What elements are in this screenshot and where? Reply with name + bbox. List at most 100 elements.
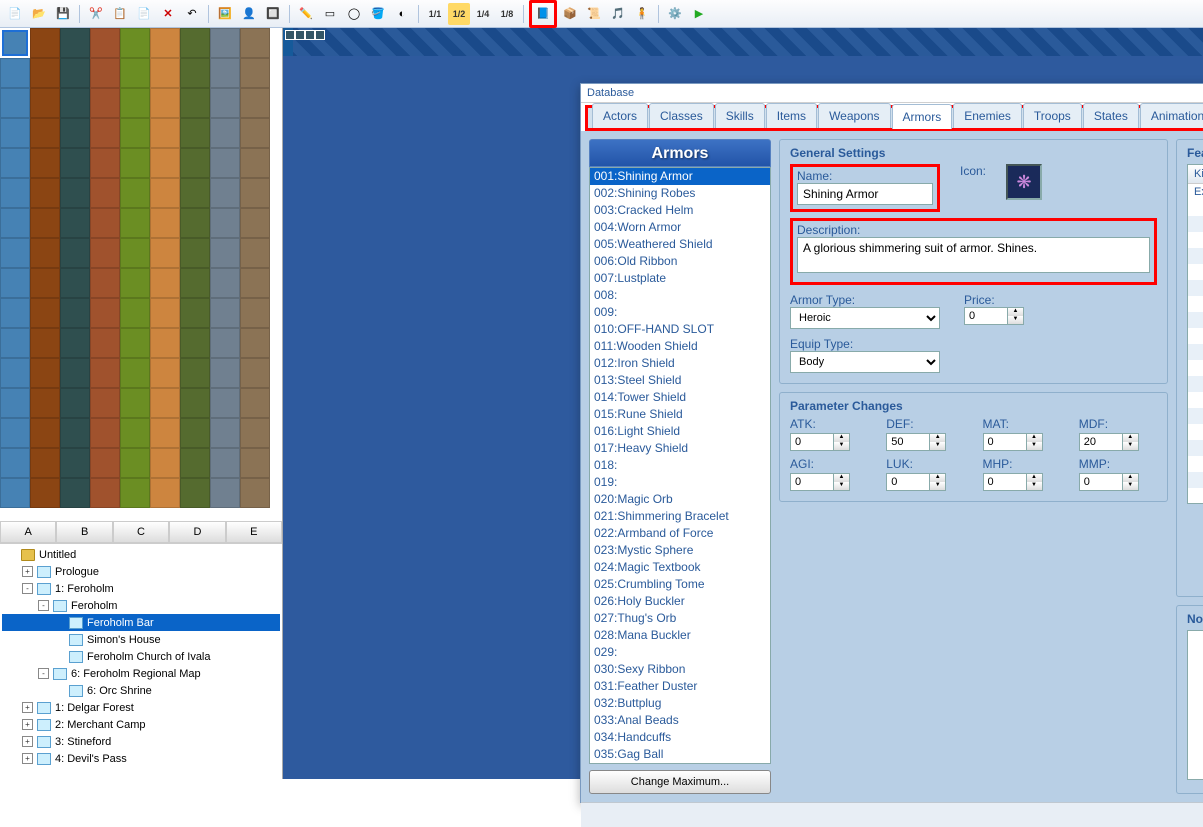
tb-options[interactable]: ⚙️ — [664, 3, 686, 25]
tb-copy[interactable]: 📋 — [109, 3, 131, 25]
tb-zoom-18[interactable]: 1/8 — [496, 3, 518, 25]
armor-item[interactable]: 020:Magic Orb — [590, 491, 770, 508]
tree-item[interactable]: +2: Merchant Camp — [2, 716, 280, 733]
armor-item[interactable]: 019: — [590, 474, 770, 491]
tree-item[interactable]: +3: Stineford — [2, 733, 280, 750]
armor-item[interactable]: 027:Thug's Orb — [590, 610, 770, 627]
tb-zoom-14[interactable]: 1/4 — [472, 3, 494, 25]
param-spinner[interactable]: ▲▼ — [886, 433, 964, 451]
name-input[interactable] — [797, 183, 933, 205]
desc-input[interactable] — [797, 237, 1150, 273]
armor-item[interactable]: 010:OFF-HAND SLOT — [590, 321, 770, 338]
tb-paste[interactable]: 📄 — [133, 3, 155, 25]
armor-item[interactable]: 012:Iron Shield — [590, 355, 770, 372]
armor-item[interactable]: 024:Magic Textbook — [590, 559, 770, 576]
armor-item[interactable]: 026:Holy Buckler — [590, 593, 770, 610]
tb-ellipse[interactable]: ◯ — [343, 3, 365, 25]
tb-database[interactable]: 📘 — [529, 0, 557, 28]
tree-item[interactable]: +4: Devil's Pass — [2, 750, 280, 767]
layer-tab-b[interactable]: B — [56, 522, 112, 543]
armor-item[interactable]: 022:Armband of Force — [590, 525, 770, 542]
armor-item[interactable]: 030:Sexy Ribbon — [590, 661, 770, 678]
tb-new[interactable]: 📄 — [4, 3, 26, 25]
tb-open[interactable]: 📂 — [28, 3, 50, 25]
tb-mode-region[interactable]: 🔲 — [262, 3, 284, 25]
tb-undo[interactable]: ↶ — [181, 3, 203, 25]
db-tab-classes[interactable]: Classes — [649, 103, 714, 128]
tree-item[interactable]: -1: Feroholm — [2, 580, 280, 597]
layer-tab-d[interactable]: D — [169, 522, 225, 543]
armor-item[interactable]: 013:Steel Shield — [590, 372, 770, 389]
param-spinner[interactable]: ▲▼ — [983, 433, 1061, 451]
tb-delete[interactable]: ✕ — [157, 3, 179, 25]
layer-tab-c[interactable]: C — [113, 522, 169, 543]
db-tab-armors[interactable]: Armors — [892, 104, 953, 129]
tb-cut[interactable]: ✂️ — [85, 3, 107, 25]
armor-item[interactable]: 018: — [590, 457, 770, 474]
param-spinner[interactable]: ▲▼ — [790, 433, 868, 451]
param-spinner[interactable]: ▲▼ — [983, 473, 1061, 491]
layer-tab-e[interactable]: E — [226, 522, 282, 543]
armor-item[interactable]: 002:Shining Robes — [590, 185, 770, 202]
tileset-palette[interactable] — [0, 28, 282, 521]
price-spinner[interactable]: ▲▼ — [964, 307, 1024, 325]
armor-item[interactable]: 008: — [590, 287, 770, 304]
tb-pencil[interactable]: ✏️ — [295, 3, 317, 25]
armor-item[interactable]: 009: — [590, 304, 770, 321]
tree-item[interactable]: Simon's House — [2, 631, 280, 648]
armor-item[interactable]: 015:Rune Shield — [590, 406, 770, 423]
tb-mode-map[interactable]: 🖼️ — [214, 3, 236, 25]
db-tab-weapons[interactable]: Weapons — [818, 103, 890, 128]
tree-item[interactable]: Feroholm Bar — [2, 614, 280, 631]
tb-rect[interactable]: ▭ — [319, 3, 341, 25]
armor-item[interactable]: 014:Tower Shield — [590, 389, 770, 406]
db-tab-skills[interactable]: Skills — [715, 103, 765, 128]
param-spinner[interactable]: ▲▼ — [790, 473, 868, 491]
armor-item[interactable]: 011:Wooden Shield — [590, 338, 770, 355]
equip-type-select[interactable]: Body — [790, 351, 940, 373]
armor-item[interactable]: 033:Anal Beads — [590, 712, 770, 729]
armor-item[interactable]: 004:Worn Armor — [590, 219, 770, 236]
tb-script[interactable]: 📜 — [583, 3, 605, 25]
armor-item[interactable]: 003:Cracked Helm — [590, 202, 770, 219]
tree-item[interactable]: Untitled — [2, 546, 280, 563]
change-maximum-button[interactable]: Change Maximum... — [589, 770, 771, 794]
tb-character[interactable]: 🧍 — [631, 3, 653, 25]
armor-item[interactable]: 034:Handcuffs — [590, 729, 770, 746]
tb-zoom-11[interactable]: 1/1 — [424, 3, 446, 25]
tree-item[interactable]: -6: Feroholm Regional Map — [2, 665, 280, 682]
tb-resource[interactable]: 📦 — [559, 3, 581, 25]
icon-preview[interactable]: ❋ — [1006, 164, 1042, 200]
armor-item[interactable]: 031:Feather Duster — [590, 678, 770, 695]
armor-item[interactable]: 001:Shining Armor — [590, 168, 770, 185]
armor-type-select[interactable]: Heroic — [790, 307, 940, 329]
db-tab-items[interactable]: Items — [766, 103, 817, 128]
armor-item[interactable]: 023:Mystic Sphere — [590, 542, 770, 559]
armor-item[interactable]: 021:Shimmering Bracelet — [590, 508, 770, 525]
tree-item[interactable]: Feroholm Church of Ivala — [2, 648, 280, 665]
tb-playtest[interactable]: ▶ — [688, 3, 710, 25]
db-tab-actors[interactable]: Actors — [592, 103, 648, 128]
param-spinner[interactable]: ▲▼ — [1079, 473, 1157, 491]
armor-item[interactable]: 025:Crumbling Tome — [590, 576, 770, 593]
armor-item[interactable]: 032:Buttplug — [590, 695, 770, 712]
armor-item[interactable]: 035:Gag Ball — [590, 746, 770, 763]
layer-tab-a[interactable]: A — [0, 522, 56, 543]
features-table[interactable]: Kind Content Ex-Parameter[EVA] + 0% — [1187, 164, 1203, 504]
tree-item[interactable]: +Prologue — [2, 563, 280, 580]
armor-item[interactable]: 016:Light Shield — [590, 423, 770, 440]
armor-item[interactable]: 017:Heavy Shield — [590, 440, 770, 457]
db-tab-troops[interactable]: Troops — [1023, 103, 1082, 128]
tb-shadow[interactable]: ◐ — [391, 3, 413, 25]
tree-item[interactable]: 6: Orc Shrine — [2, 682, 280, 699]
armor-item[interactable]: 028:Mana Buckler — [590, 627, 770, 644]
tb-fill[interactable]: 🪣 — [367, 3, 389, 25]
map-canvas[interactable]: Database ✕ ActorsClassesSkillsItemsWeapo… — [283, 28, 1203, 779]
db-tab-animations[interactable]: Animations — [1140, 103, 1203, 128]
tb-sound[interactable]: 🎵 — [607, 3, 629, 25]
param-spinner[interactable]: ▲▼ — [1079, 433, 1157, 451]
armor-item[interactable]: 006:Old Ribbon — [590, 253, 770, 270]
armor-item[interactable]: 029: — [590, 644, 770, 661]
armor-item[interactable]: 005:Weathered Shield — [590, 236, 770, 253]
db-tab-states[interactable]: States — [1083, 103, 1139, 128]
